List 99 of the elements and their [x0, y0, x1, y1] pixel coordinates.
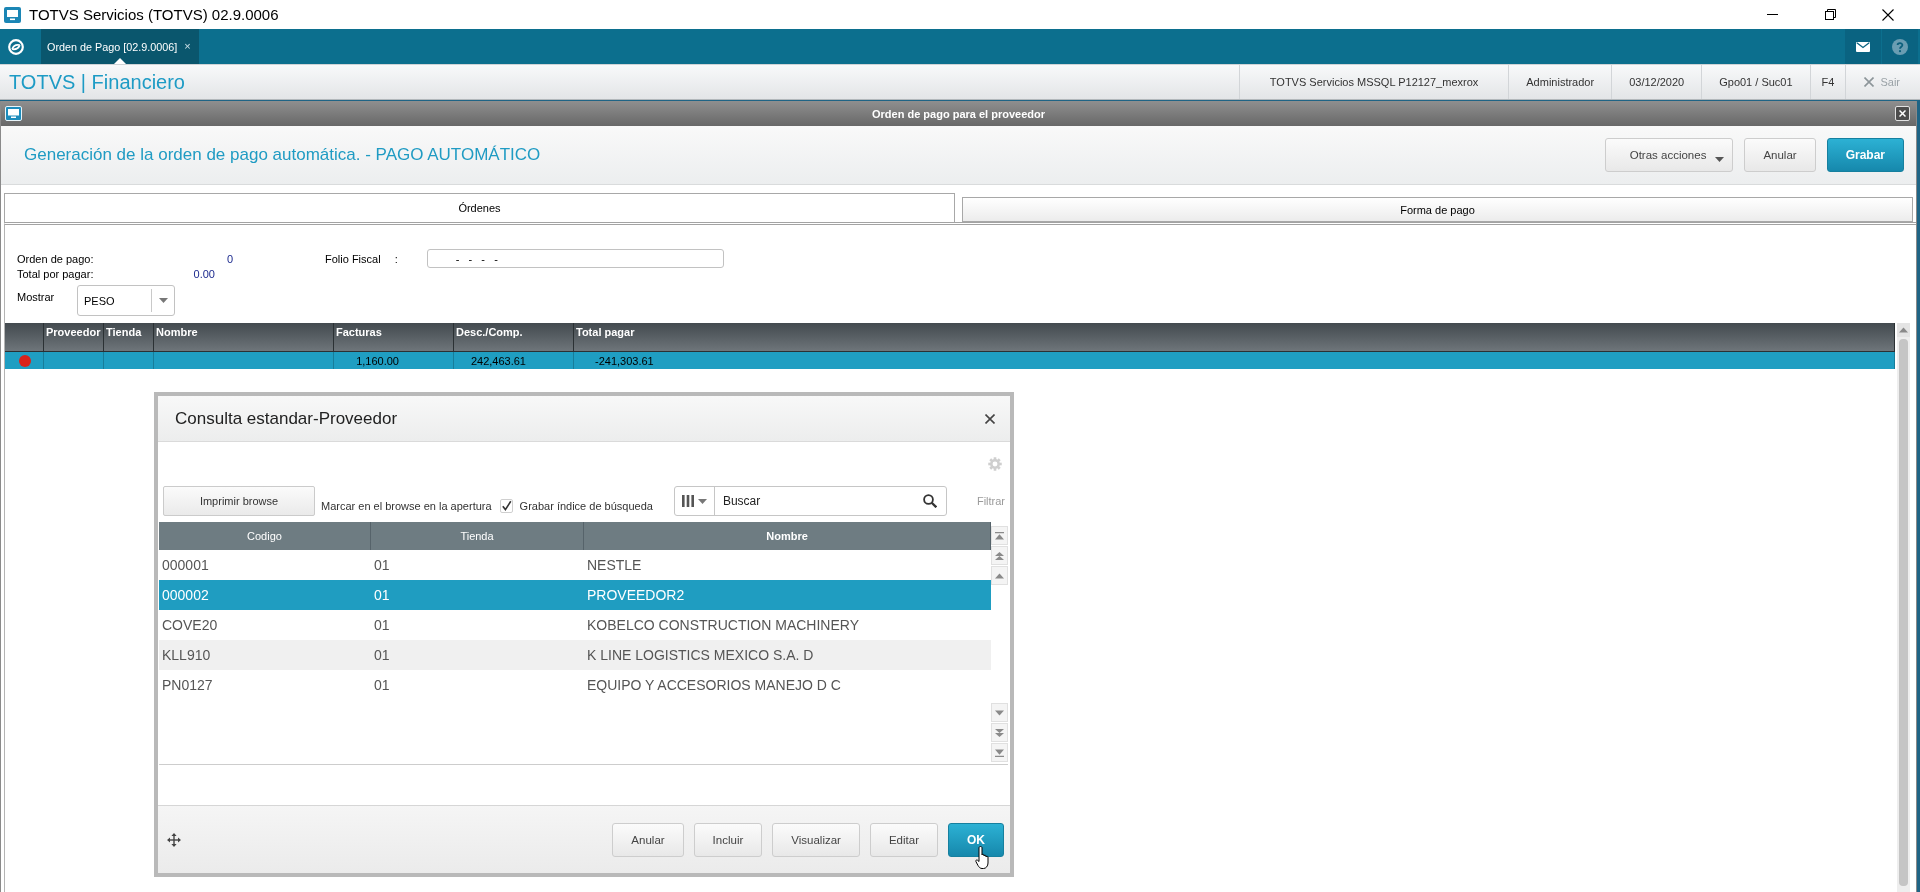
app-window-icon — [4, 6, 21, 23]
grid-cell: 1,160.00 — [334, 352, 454, 369]
page-down-button[interactable] — [991, 723, 1008, 742]
table-cell-text: K LINE LOGISTICS MEXICO S.A. D — [586, 646, 815, 665]
checkbox-label: Grabar índice de búsqueda — [519, 500, 653, 512]
field-label: Folio Fiscal — [325, 252, 381, 265]
secondary-button[interactable]: Visualizar — [772, 822, 860, 857]
tab-close-button[interactable]: × — [184, 41, 191, 52]
caret-icon — [1715, 157, 1725, 162]
settings-icon — [988, 457, 1002, 471]
status-text: Administrador — [1508, 65, 1612, 99]
table-cell-text: KLL910 — [161, 646, 212, 665]
table-cell-text: KOBELCO CONSTRUCTION MACHINERY — [586, 616, 860, 635]
table-cell-text: 01 — [373, 646, 391, 665]
grid-row[interactable]: 1,160.00 242,463.61 -241,303.61 — [5, 352, 1895, 369]
column-header: Facturas — [334, 323, 454, 351]
status-text: F4 — [1809, 65, 1846, 99]
table-row[interactable]: KLL910 01 K LINE LOGISTICS MEXICO S.A. D — [159, 640, 991, 670]
field-label: Mostrar — [17, 291, 55, 303]
page-heading: Generación de la orden de pago automática. - PAGO AUTOMÁTICO — [24, 145, 541, 165]
mail-button[interactable] — [1845, 29, 1881, 64]
scroll-to-bottom-button[interactable] — [991, 743, 1008, 762]
column-header: Tienda — [104, 323, 154, 351]
option-label: Marcar en el browse en la apertura — [321, 500, 492, 512]
table-cell-text: 01 — [373, 586, 391, 605]
scroll-up-button[interactable] — [1897, 323, 1910, 337]
restore-icon — [1824, 9, 1836, 20]
status-text: Gpo01 / Suc01 — [1701, 65, 1810, 99]
hand-cursor-icon — [975, 845, 992, 870]
search-input[interactable]: Buscar — [714, 487, 923, 515]
double-arrow-up-icon — [995, 551, 1004, 560]
table-cell-text: PN0127 — [161, 676, 214, 695]
scroll-up-button[interactable] — [991, 566, 1008, 585]
window-icon — [5, 106, 22, 121]
mail-icon — [1856, 41, 1870, 52]
close-icon — [1864, 77, 1875, 87]
field-label: Orden de pago: — [17, 252, 94, 265]
input-field[interactable]: - - - - — [426, 249, 724, 268]
app-tab[interactable]: Orden de Pago [02.9.0006] × — [41, 29, 199, 64]
app-brand: TOTVS | Financiero — [9, 70, 185, 94]
table-cell-text: 01 — [373, 556, 391, 575]
grid-cell: 242,463.61 — [454, 352, 574, 369]
search-icon — [922, 494, 937, 508]
close-button[interactable] — [1895, 106, 1910, 121]
secondary-button[interactable]: Incluir — [693, 822, 763, 857]
close-icon — [1882, 8, 1894, 21]
active-tab-marker-icon — [113, 58, 126, 64]
table-cell-text: COVE20 — [161, 616, 219, 635]
columns-icon — [681, 495, 694, 507]
arrow-down-icon — [995, 708, 1004, 717]
print-button[interactable]: Imprimir browse — [163, 486, 315, 516]
column-header: Desc./Comp. — [454, 323, 574, 351]
page-up-button[interactable] — [991, 546, 1008, 565]
dialog-title: Consulta estandar-Proveedor — [175, 408, 398, 429]
field-value: 0.00 — [193, 267, 215, 280]
column-header: Proveedor — [44, 323, 104, 351]
logo-icon — [8, 38, 24, 55]
arrow-up-icon — [1899, 326, 1908, 334]
scrollbar-thumb[interactable] — [1899, 339, 1908, 886]
table-cell-text: 01 — [373, 676, 391, 695]
table-cell-text: 000002 — [161, 586, 210, 605]
status-text: 03/12/2020 — [1611, 65, 1702, 99]
tab[interactable]: Órdenes — [4, 193, 955, 222]
select-field[interactable]: PESO — [77, 285, 175, 316]
grid-cell: -241,303.61 — [574, 352, 1895, 369]
tab[interactable]: Forma de pago — [962, 197, 1913, 222]
close-icon — [1899, 110, 1906, 117]
search-field[interactable]: Buscar — [673, 486, 947, 516]
close-button[interactable] — [983, 411, 997, 426]
bar-arrow-down-icon — [995, 748, 1004, 757]
arrow-up-icon — [995, 571, 1004, 580]
scroll-down-button[interactable] — [991, 703, 1008, 722]
caret-icon — [158, 298, 168, 303]
minimize-icon — [1766, 14, 1778, 15]
field-label: Total por pagar: — [17, 267, 94, 280]
field-separator: : — [394, 252, 398, 265]
double-arrow-down-icon — [995, 728, 1004, 737]
scroll-to-top-button[interactable] — [991, 526, 1008, 545]
move-icon — [167, 832, 181, 847]
secondary-button[interactable]: Anular — [612, 822, 684, 857]
checkbox[interactable] — [499, 499, 513, 513]
dialog-title: Orden de pago para el proveedor — [872, 107, 1045, 120]
secondary-button[interactable]: Anular — [1744, 138, 1816, 172]
status-text: TOTVS Servicios MSSQL P12127_mexrox — [1238, 65, 1509, 99]
dropdown-button[interactable]: Otras acciones — [1604, 138, 1734, 172]
secondary-button[interactable]: Editar — [869, 822, 938, 857]
table-cell-text: PROVEEDOR2 — [586, 586, 686, 605]
field-value: 0 — [226, 252, 233, 265]
window-title: TOTVS Servicios (TOTVS) 02.9.0006 — [29, 6, 279, 23]
help-icon — [1892, 38, 1908, 55]
table-cell-text: 000001 — [161, 556, 210, 575]
table-cell-text: EQUIPO Y ACCESORIOS MANEJO D C — [586, 676, 842, 695]
table-cell-text: NESTLE — [586, 556, 643, 575]
bar-arrow-up-icon — [995, 531, 1004, 540]
column-header: Nombre — [154, 323, 334, 351]
close-icon — [985, 413, 995, 424]
column-header: Total pagar — [574, 323, 1895, 351]
caret-icon — [697, 498, 707, 504]
table-cell-text: 01 — [373, 616, 391, 635]
